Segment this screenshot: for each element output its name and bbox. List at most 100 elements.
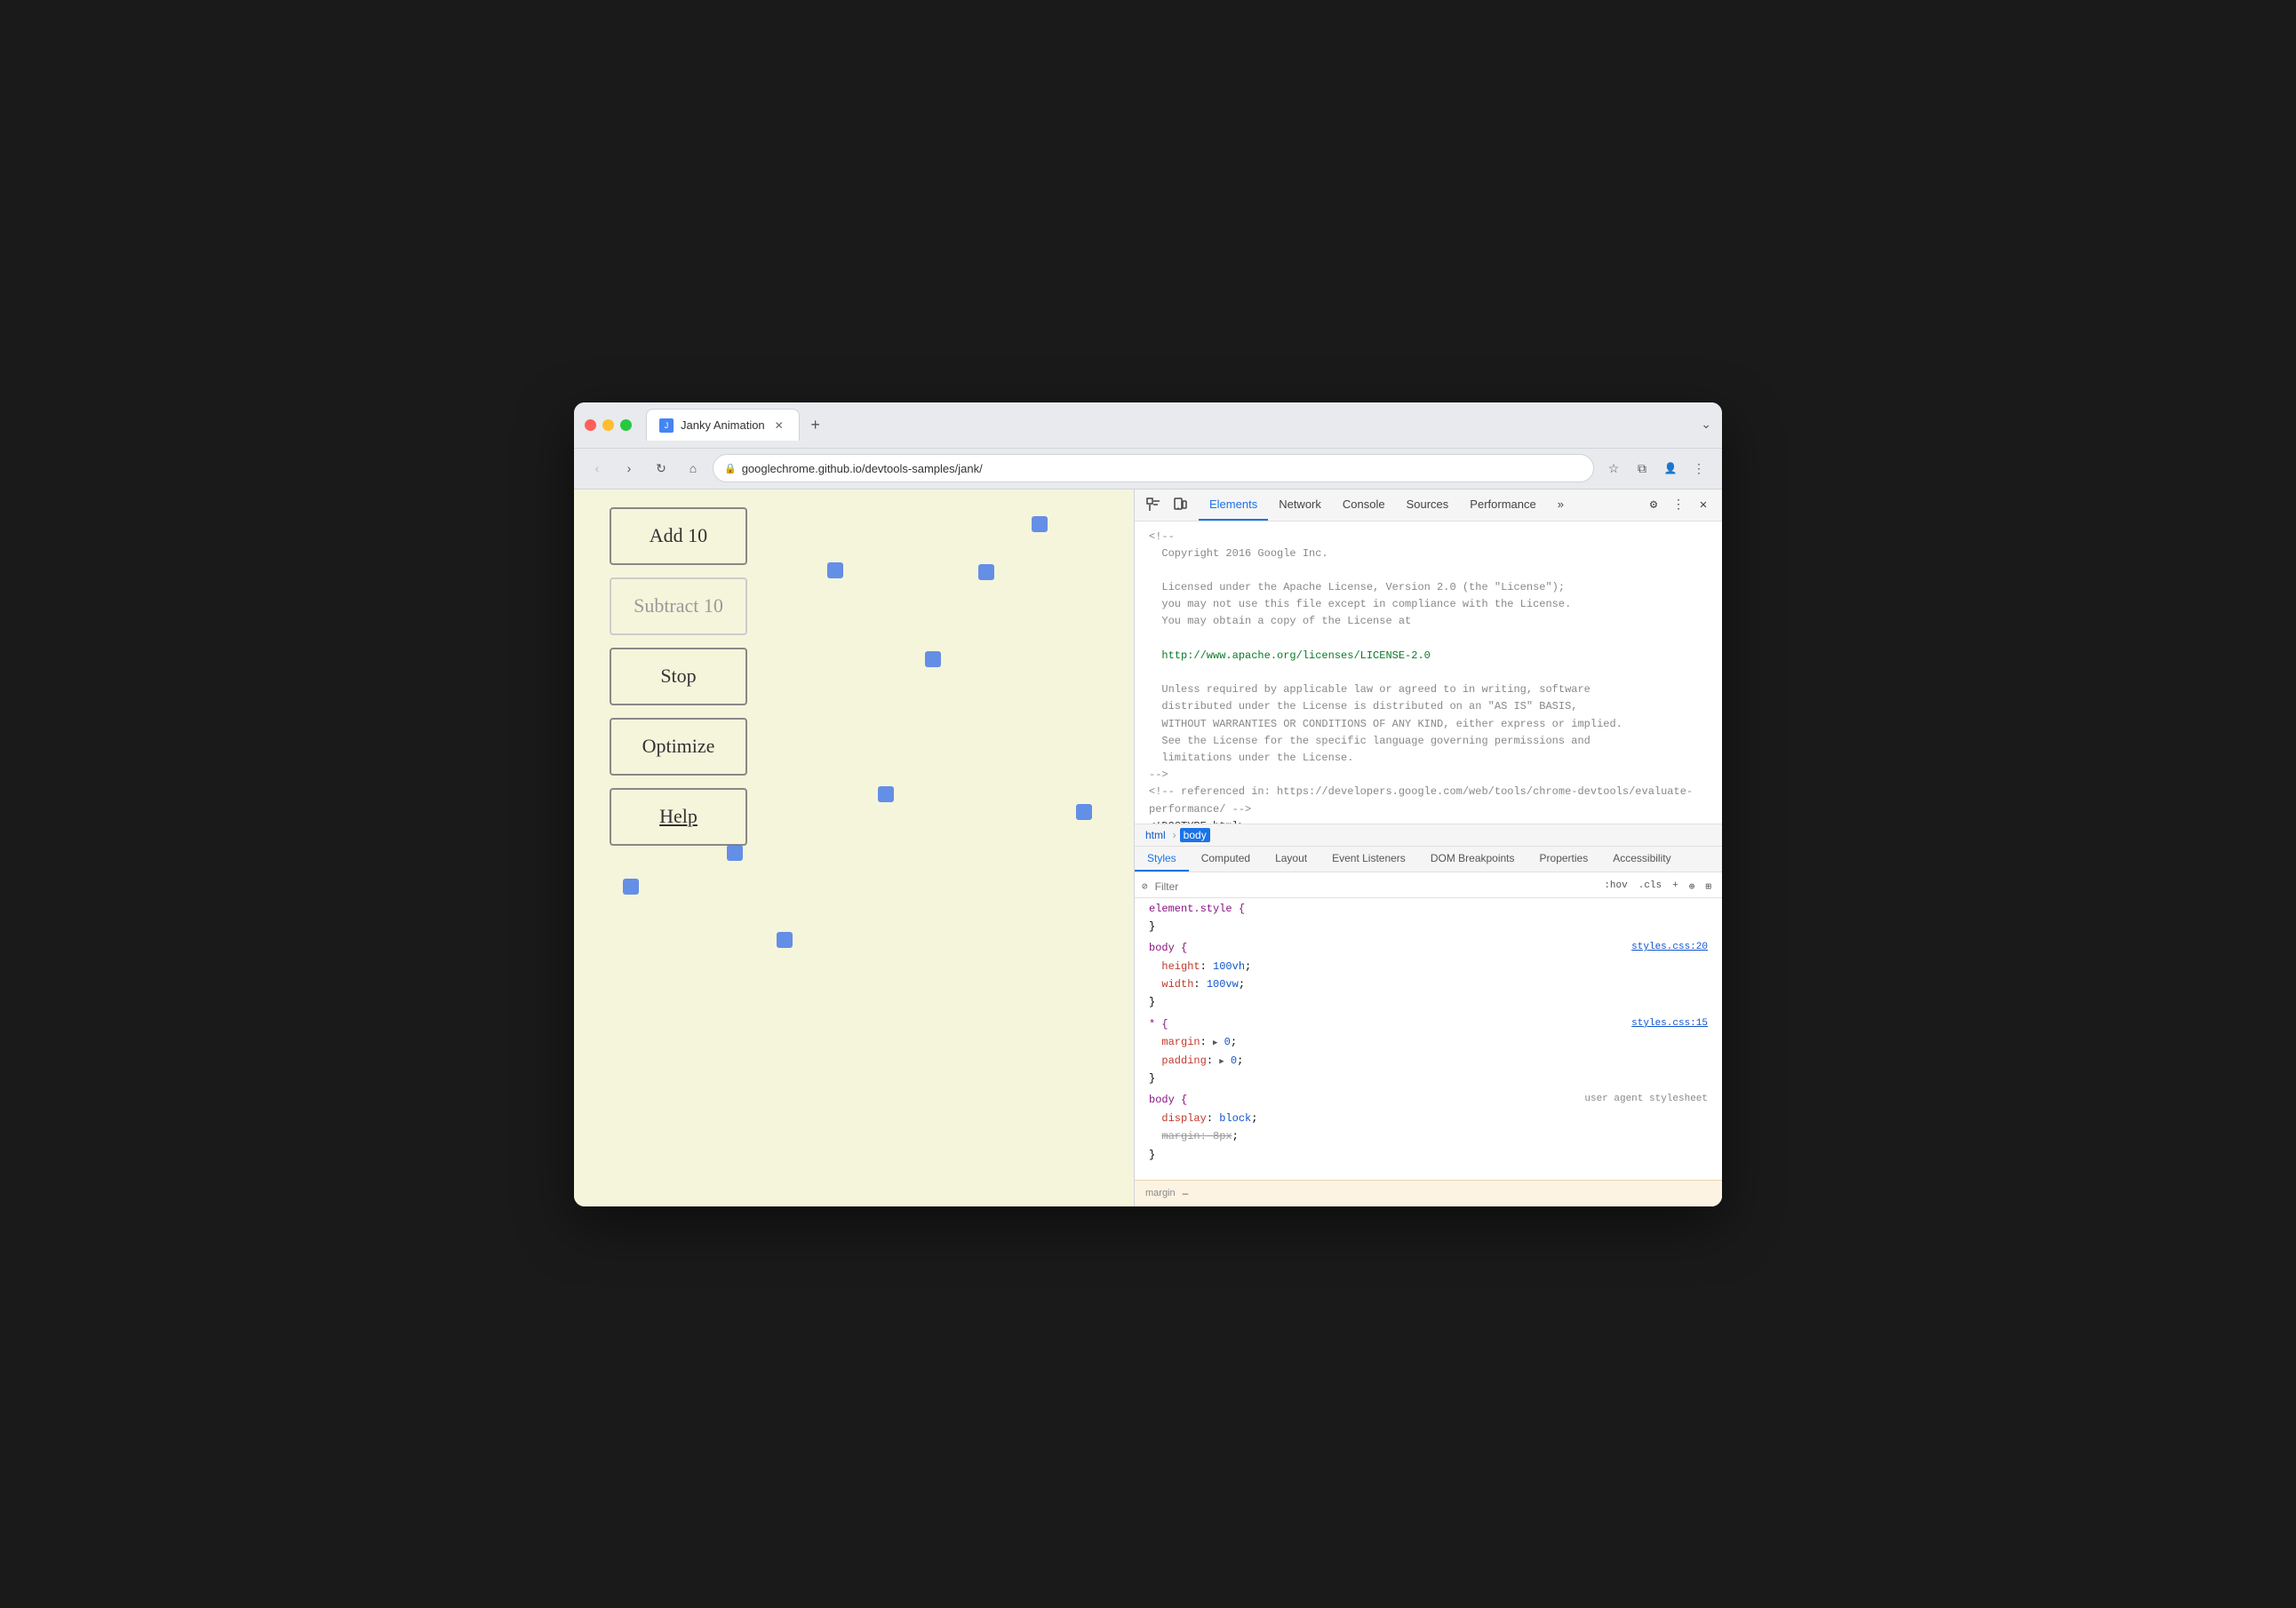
hov-button[interactable]: :hov xyxy=(1600,880,1630,894)
css-selector-star: * { xyxy=(1149,1018,1168,1031)
minimize-button[interactable] xyxy=(602,419,614,431)
source-license-8: limitations under the License. xyxy=(1135,750,1722,767)
nav-actions: ☆ ⧉ 👤 ⋮ xyxy=(1601,456,1711,481)
forward-button[interactable]: › xyxy=(617,456,642,481)
home-button[interactable]: ⌂ xyxy=(681,456,706,481)
tab-sources[interactable]: Sources xyxy=(1396,490,1460,521)
back-button[interactable]: ‹ xyxy=(585,456,610,481)
devtools-more-button[interactable]: ⋮ xyxy=(1667,493,1690,516)
source-license-url: http://www.apache.org/licenses/LICENSE-2… xyxy=(1135,648,1722,665)
css-val-height: 100vh xyxy=(1213,960,1245,973)
new-rule-button[interactable]: ⊕ xyxy=(1686,880,1699,894)
device-toolbar-button[interactable] xyxy=(1168,493,1192,516)
nav-bar: ‹ › ↻ ⌂ 🔒 googlechrome.github.io/devtool… xyxy=(574,449,1722,490)
add-10-button[interactable]: Add 10 xyxy=(610,507,747,565)
maximize-button[interactable] xyxy=(620,419,632,431)
source-license-2: you may not use this file except in comp… xyxy=(1135,596,1722,613)
ball-5 xyxy=(878,786,894,802)
devtools-toolbar-right: ⚙ ⋮ ✕ xyxy=(1642,493,1715,516)
css-val-width: 100vw xyxy=(1207,978,1239,991)
cls-button[interactable]: .cls xyxy=(1635,880,1665,894)
css-prop-margin-ua: margin: 8px xyxy=(1161,1130,1232,1142)
source-copyright: Copyright 2016 Google Inc. xyxy=(1135,545,1722,562)
ball-4 xyxy=(925,651,941,667)
ball-2 xyxy=(827,562,843,578)
tab-more[interactable]: » xyxy=(1547,490,1575,521)
css-closing-brace-3: } xyxy=(1149,1072,1155,1085)
styles-tab-event-listeners[interactable]: Event Listeners xyxy=(1319,847,1418,872)
window-controls-right: ⌄ xyxy=(1701,417,1711,433)
styles-tab-layout[interactable]: Layout xyxy=(1263,847,1319,872)
tab-title: Janky Animation xyxy=(681,418,765,432)
css-selector-element-style: element.style { xyxy=(1149,903,1245,915)
filter-actions: :hov .cls + ⊕ ⊞ xyxy=(1600,880,1715,894)
css-rule-element-style: element.style { } xyxy=(1135,898,1722,938)
css-prop-height: height xyxy=(1161,960,1200,973)
active-tab[interactable]: J Janky Animation ✕ xyxy=(646,409,800,441)
breadcrumb-html[interactable]: html xyxy=(1142,828,1169,842)
html-breadcrumb: html › body xyxy=(1135,824,1722,847)
css-closing-brace: } xyxy=(1149,920,1155,933)
close-button[interactable] xyxy=(585,419,596,431)
source-blank-3 xyxy=(1135,665,1722,681)
box-model-bar: margin – xyxy=(1135,1180,1722,1206)
tab-network[interactable]: Network xyxy=(1268,490,1332,521)
css-rule-body-1: styles.css:20 body { height: 100vh; widt… xyxy=(1135,937,1722,1014)
css-prop-margin: margin xyxy=(1161,1036,1200,1048)
devtools-close-button[interactable]: ✕ xyxy=(1692,493,1715,516)
source-license-3: You may obtain a copy of the License at xyxy=(1135,613,1722,630)
css-val-padding: 0 xyxy=(1231,1055,1237,1067)
tab-favicon: J xyxy=(659,418,674,433)
tab-console[interactable]: Console xyxy=(1332,490,1396,521)
source-blank-1 xyxy=(1135,562,1722,579)
breadcrumb-separator: › xyxy=(1173,829,1176,841)
css-triangle-padding: ▶ xyxy=(1219,1057,1224,1066)
subtract-10-button[interactable]: Subtract 10 xyxy=(610,577,747,635)
toggle-box-model-button[interactable]: ⊞ xyxy=(1702,880,1715,894)
filter-icon: ⊘ xyxy=(1142,880,1148,893)
main-content: Add 10 Subtract 10 Stop Optimize Help xyxy=(574,490,1722,1206)
stop-button[interactable]: Stop xyxy=(610,648,747,705)
refresh-button[interactable]: ↻ xyxy=(649,456,674,481)
styles-tab-dom-breakpoints[interactable]: DOM Breakpoints xyxy=(1418,847,1527,872)
css-prop-width: width xyxy=(1161,978,1193,991)
ball-9 xyxy=(777,932,793,948)
source-reference: <!-- referenced in: https://developers.g… xyxy=(1135,784,1722,800)
styles-tab-styles[interactable]: Styles xyxy=(1135,847,1189,872)
source-reference-2: performance/ --> xyxy=(1135,801,1722,818)
html-source[interactable]: <!-- Copyright 2016 Google Inc. Licensed… xyxy=(1135,521,1722,824)
inspect-element-button[interactable] xyxy=(1142,493,1165,516)
tab-close-button[interactable]: ✕ xyxy=(772,418,786,433)
new-tab-button[interactable]: + xyxy=(803,412,828,437)
devtools-toolbar: Elements Network Console Sources Perform… xyxy=(1135,490,1722,521)
css-source-1[interactable]: styles.css:20 xyxy=(1631,939,1708,956)
profile-button[interactable]: 👤 xyxy=(1658,456,1683,481)
styles-tabs: Styles Computed Layout Event Listeners D… xyxy=(1135,847,1722,872)
chevron-down-icon: ⌄ xyxy=(1701,417,1711,431)
styles-tab-properties[interactable]: Properties xyxy=(1527,847,1601,872)
styles-subpanel: Styles Computed Layout Event Listeners D… xyxy=(1135,847,1722,1206)
styles-tab-computed[interactable]: Computed xyxy=(1189,847,1263,872)
css-rule-body-ua: user agent stylesheet body { display: bl… xyxy=(1135,1089,1722,1166)
extensions-button[interactable]: ⧉ xyxy=(1630,456,1654,481)
devtools-panel: Elements Network Console Sources Perform… xyxy=(1134,490,1722,1206)
filter-input[interactable] xyxy=(1155,880,1594,893)
filter-bar: ⊘ :hov .cls + ⊕ ⊞ xyxy=(1135,876,1722,898)
css-selector-body-ua: body { xyxy=(1149,1094,1187,1106)
source-license-7: See the License for the specific languag… xyxy=(1135,733,1722,750)
add-style-button[interactable]: + xyxy=(1669,880,1682,894)
optimize-button[interactable]: Optimize xyxy=(610,718,747,776)
css-rule-star: styles.css:15 * { margin: ▶ 0; padding: … xyxy=(1135,1014,1722,1090)
styles-content[interactable]: ⊘ :hov .cls + ⊕ ⊞ element.style { xyxy=(1135,872,1722,1180)
address-bar[interactable]: 🔒 googlechrome.github.io/devtools-sample… xyxy=(713,454,1594,482)
styles-tab-accessibility[interactable]: Accessibility xyxy=(1600,847,1683,872)
devtools-settings-button[interactable]: ⚙ xyxy=(1642,493,1665,516)
bookmark-button[interactable]: ☆ xyxy=(1601,456,1626,481)
css-closing-brace-4: } xyxy=(1149,1149,1155,1161)
tab-elements[interactable]: Elements xyxy=(1199,490,1268,521)
tab-performance[interactable]: Performance xyxy=(1459,490,1546,521)
breadcrumb-body[interactable]: body xyxy=(1180,828,1210,842)
css-source-2[interactable]: styles.css:15 xyxy=(1631,1015,1708,1032)
help-button[interactable]: Help xyxy=(610,788,747,846)
menu-button[interactable]: ⋮ xyxy=(1686,456,1711,481)
